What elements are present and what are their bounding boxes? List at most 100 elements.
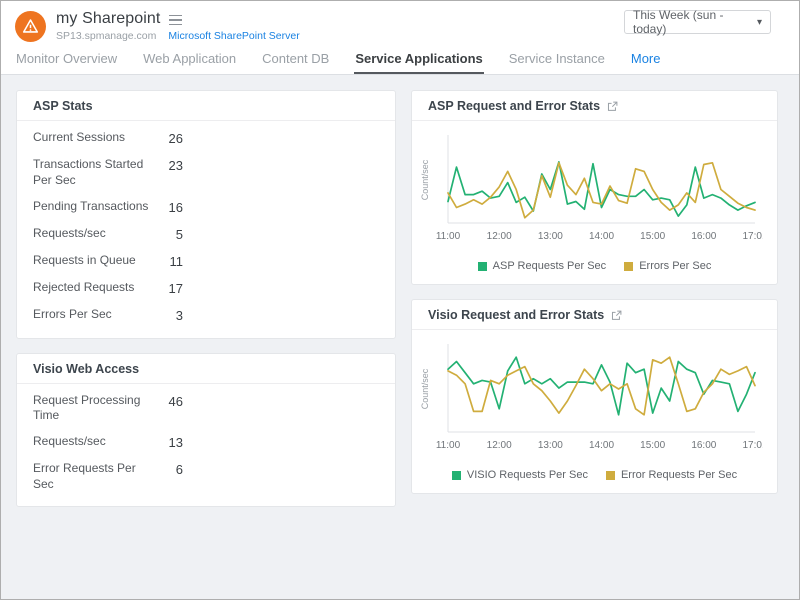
stat-value: 11: [155, 253, 183, 270]
tab-web-application[interactable]: Web Application: [142, 46, 237, 74]
legend-item: VISIO Requests Per Sec: [452, 469, 588, 481]
stat-label: Requests in Queue: [33, 253, 155, 269]
stat-rows: Current Sessions26Transactions Started P…: [17, 121, 395, 338]
svg-text:Count/sec: Count/sec: [420, 368, 430, 409]
page-title: my Sharepoint: [56, 10, 160, 28]
chevron-down-icon: ▾: [757, 17, 762, 28]
stat-row: Requests in Queue11: [17, 248, 395, 275]
stat-label: Transactions Started Per Sec: [33, 157, 155, 189]
svg-text:16:00: 16:00: [691, 440, 716, 451]
line-chart: Count/sec 11:00 12:00 13:00 14:00 15:00 16:00 1…: [418, 131, 763, 245]
legend-label: ASP Requests Per Sec: [493, 260, 607, 272]
stat-value: 46: [155, 393, 183, 410]
svg-text:13:00: 13:00: [538, 440, 563, 451]
stat-row: Error Requests Per Sec6: [17, 456, 395, 498]
svg-text:12:00: 12:00: [487, 231, 512, 242]
svg-text:17:0..: 17:0..: [742, 440, 763, 451]
legend-swatch: [452, 471, 461, 480]
asp-chart-panel: ASP Request and Error Stats Count/sec 11:…: [411, 90, 778, 285]
svg-text:14:00: 14:00: [589, 231, 614, 242]
stat-row: Request Processing Time46: [17, 388, 395, 430]
legend-swatch: [478, 262, 487, 271]
chart-area: Count/sec 11:00 12:00 13:00 14:00 15:00 16:00 1…: [412, 330, 777, 463]
stat-value: 3: [155, 307, 183, 324]
time-range-value: This Week (sun - today): [633, 8, 757, 36]
legend-swatch: [606, 471, 615, 480]
legend-label: VISIO Requests Per Sec: [467, 469, 588, 481]
chart-legend: ASP Requests Per Sec Errors Per Sec: [412, 254, 777, 284]
title-block: my Sharepoint SP13.spmanage.com Microsof…: [56, 10, 300, 42]
menu-icon[interactable]: [169, 13, 182, 26]
tab-bar: Monitor Overview Web Application Content…: [1, 46, 799, 75]
app-window: my Sharepoint SP13.spmanage.com Microsof…: [0, 0, 800, 600]
stat-rows: Request Processing Time46Requests/sec13E…: [17, 384, 395, 506]
stat-row: Current Sessions26: [17, 125, 395, 152]
stat-row: Errors Per Sec3: [17, 302, 395, 329]
server-type-link[interactable]: Microsoft SharePoint Server: [168, 30, 299, 42]
open-in-new-window-icon[interactable]: [611, 310, 622, 321]
stat-row: Rejected Requests17: [17, 275, 395, 302]
tab-more[interactable]: More: [630, 46, 662, 74]
panel-title: Visio Web Access: [17, 354, 395, 384]
svg-text:15:00: 15:00: [640, 231, 665, 242]
stat-row: Pending Transactions16: [17, 194, 395, 221]
tab-service-instance[interactable]: Service Instance: [508, 46, 606, 74]
legend-label: Errors Per Sec: [639, 260, 711, 272]
stat-row: Requests/sec13: [17, 429, 395, 456]
stat-label: Request Processing Time: [33, 393, 155, 425]
stat-value: 5: [155, 226, 183, 243]
stat-value: 6: [155, 461, 183, 478]
legend-item: Errors Per Sec: [624, 260, 711, 272]
svg-text:13:00: 13:00: [538, 231, 563, 242]
left-column: ASP Stats Current Sessions26Transactions…: [16, 90, 396, 507]
stat-label: Errors Per Sec: [33, 307, 155, 323]
stat-label: Pending Transactions: [33, 199, 155, 215]
panel-title-text: Visio Web Access: [33, 362, 139, 376]
tab-content-db[interactable]: Content DB: [261, 46, 330, 74]
header: my Sharepoint SP13.spmanage.com Microsof…: [1, 1, 799, 46]
warning-triangle-icon: [22, 18, 39, 34]
svg-text:11:00: 11:00: [436, 231, 461, 242]
open-in-new-window-icon[interactable]: [607, 101, 618, 112]
stat-value: 26: [155, 130, 183, 147]
panel-title: ASP Stats: [17, 91, 395, 121]
asp-stats-panel: ASP Stats Current Sessions26Transactions…: [16, 90, 396, 339]
stat-label: Current Sessions: [33, 130, 155, 146]
legend-item: Error Requests Per Sec: [606, 469, 737, 481]
chart-title: Visio Request and Error Stats: [428, 308, 604, 322]
chart-title: ASP Request and Error Stats: [428, 99, 600, 113]
svg-text:15:00: 15:00: [640, 440, 665, 451]
stat-row: Requests/sec5: [17, 221, 395, 248]
legend-swatch: [624, 262, 633, 271]
time-range-dropdown[interactable]: This Week (sun - today) ▾: [624, 10, 771, 34]
dashboard-content: ASP Stats Current Sessions26Transactions…: [1, 75, 799, 599]
stat-label: Requests/sec: [33, 226, 155, 242]
stat-value: 17: [155, 280, 183, 297]
chart-area: Count/sec 11:00 12:00 13:00 14:00 15:00 16:00 1…: [412, 121, 777, 254]
host-name: SP13.spmanage.com: [56, 30, 156, 42]
monitor-status-icon: [15, 11, 46, 42]
stat-value: 13: [155, 434, 183, 451]
legend-item: ASP Requests Per Sec: [478, 260, 607, 272]
visio-web-access-panel: Visio Web Access Request Processing Time…: [16, 353, 396, 507]
svg-text:Count/sec: Count/sec: [420, 159, 430, 200]
stat-row: Transactions Started Per Sec23: [17, 152, 395, 194]
right-column: ASP Request and Error Stats Count/sec 11:…: [411, 90, 778, 494]
stat-value: 23: [155, 157, 183, 174]
stat-value: 16: [155, 199, 183, 216]
stat-label: Requests/sec: [33, 434, 155, 450]
svg-text:12:00: 12:00: [487, 440, 512, 451]
stat-label: Rejected Requests: [33, 280, 155, 296]
svg-text:11:00: 11:00: [436, 440, 461, 451]
svg-text:16:00: 16:00: [691, 231, 716, 242]
legend-label: Error Requests Per Sec: [621, 469, 737, 481]
panel-title-text: ASP Stats: [33, 99, 93, 113]
visio-chart-panel: Visio Request and Error Stats Count/sec 1…: [411, 299, 778, 494]
chart-legend: VISIO Requests Per Sec Error Requests Per…: [412, 463, 777, 493]
tab-service-applications[interactable]: Service Applications: [354, 46, 483, 74]
tab-monitor-overview[interactable]: Monitor Overview: [15, 46, 118, 74]
line-chart: Count/sec 11:00 12:00 13:00 14:00 15:00 16:00 1…: [418, 340, 763, 454]
svg-text:14:00: 14:00: [589, 440, 614, 451]
svg-text:17:0..: 17:0..: [742, 231, 763, 242]
stat-label: Error Requests Per Sec: [33, 461, 155, 493]
